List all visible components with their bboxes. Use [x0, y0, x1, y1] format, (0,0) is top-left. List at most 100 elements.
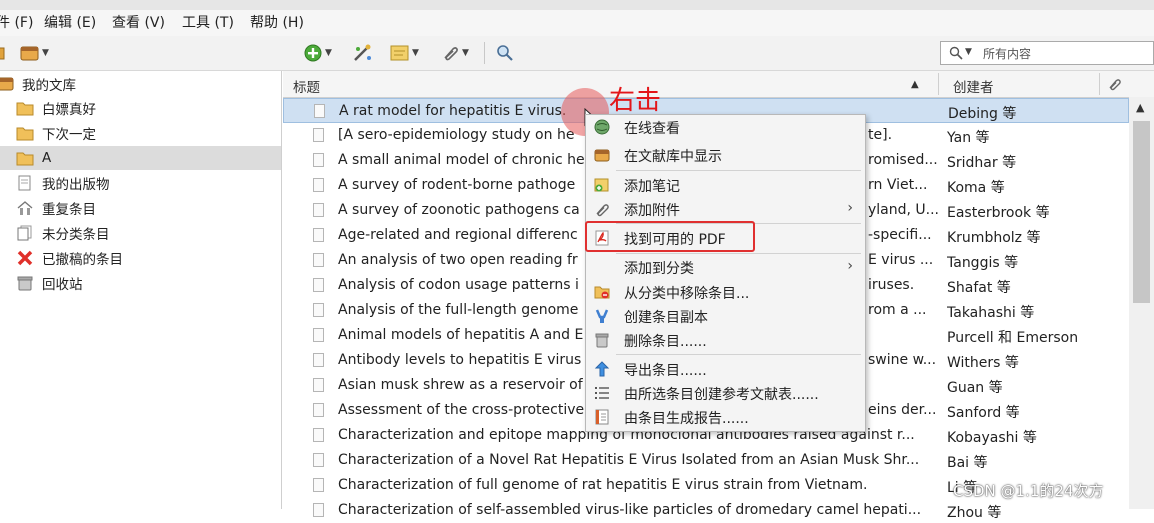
sidebar-item-label: 下次一定 — [42, 127, 96, 143]
document-icon — [313, 153, 324, 167]
sidebar-item-label: 我的出版物 — [42, 177, 110, 193]
item-creator: Sridhar 等 — [947, 155, 1017, 171]
highlight-box — [585, 221, 755, 252]
menu-item-generate-report[interactable]: 由条目生成报告...... — [586, 405, 865, 429]
note-icon — [390, 45, 409, 61]
search-icon — [949, 46, 963, 60]
add-by-identifier-button[interactable] — [352, 42, 374, 64]
sidebar-item-label: 未分类条目 — [42, 227, 110, 243]
item-creator: Guan 等 — [947, 380, 1003, 396]
new-item-button[interactable]: ▼ — [303, 42, 332, 64]
dropdown-arrow-icon: ▼ — [42, 48, 49, 58]
menu-view[interactable]: 查看 (V) — [112, 12, 165, 32]
menu-item-move-to-trash[interactable]: 删除条目...... — [586, 328, 865, 352]
add-attachment-button[interactable]: ▼ — [440, 42, 469, 64]
document-icon — [314, 104, 325, 118]
folder-icon — [16, 125, 34, 141]
column-divider[interactable] — [1099, 73, 1100, 95]
menu-edit[interactable]: 编辑 (E) — [44, 12, 96, 32]
add-note-icon — [594, 178, 609, 192]
menu-item-duplicate-item[interactable]: 创建条目副本 — [586, 304, 865, 328]
menu-file[interactable]: 件 (F) — [0, 12, 33, 32]
menu-item-view-online[interactable]: 在线查看 — [586, 115, 865, 139]
menu-item-export-items[interactable]: 导出条目...... — [586, 357, 865, 381]
sidebar-item-label: 我的文库 — [22, 78, 76, 94]
folder-icon — [16, 100, 34, 116]
document-icon — [313, 253, 324, 267]
column-header-creator[interactable]: 创建者 — [953, 76, 994, 96]
menu-item-label: 在文献库中显示 — [624, 149, 722, 165]
sidebar-item-duplicates[interactable]: 重复条目 — [16, 196, 96, 220]
item-title-tail: swine w... — [868, 352, 937, 368]
sidebar-item-my-publications[interactable]: 我的出版物 — [16, 171, 110, 195]
search-mode-dropdown-icon[interactable]: ▼ — [965, 47, 972, 57]
view-online-icon — [594, 119, 610, 135]
document-icon — [313, 403, 324, 417]
new-note-button[interactable]: ▼ — [390, 42, 419, 64]
menu-bar: 件 (F) 编辑 (E) 查看 (V) 工具 (T) 帮助 (H) — [0, 0, 1154, 36]
sidebar-item-unfiled[interactable]: 未分类条目 — [16, 221, 110, 245]
item-title-tail: E virus ... — [868, 252, 934, 268]
menu-item-label: 添加笔记 — [624, 179, 680, 195]
column-divider[interactable] — [938, 73, 939, 95]
menu-item-add-to-collection[interactable]: 添加到分类 › — [586, 255, 865, 279]
library-actions-button[interactable]: ▼ — [20, 42, 49, 64]
paperclip-icon — [596, 204, 609, 217]
attachments-column-paperclip-icon[interactable] — [1106, 76, 1122, 92]
sidebar-item-collection-a[interactable]: A — [0, 146, 281, 170]
table-row[interactable]: Characterization of a Novel Rat Hepatiti… — [283, 448, 1129, 473]
document-icon — [313, 353, 324, 367]
scroll-up-arrow-icon[interactable]: ▲ — [1136, 101, 1144, 114]
item-creator: Takahashi 等 — [947, 305, 1035, 321]
menu-item-add-attachment[interactable]: 添加附件 › — [586, 197, 865, 221]
toolbar-separator — [484, 42, 485, 64]
document-icon — [313, 303, 324, 317]
duplicates-icon — [16, 200, 34, 216]
menu-item-add-note[interactable]: 添加笔记 — [586, 173, 865, 197]
item-creator: Easterbrook 等 — [947, 205, 1050, 221]
document-icon — [313, 178, 324, 192]
folder-icon — [16, 150, 34, 166]
search-input[interactable] — [981, 44, 1150, 64]
menu-help[interactable]: 帮助 (H) — [250, 12, 304, 32]
dropdown-arrow-icon: ▼ — [462, 48, 469, 58]
menu-separator — [616, 253, 861, 254]
sidebar-item-collection-1[interactable]: 白嫖真好 — [16, 96, 96, 120]
menu-item-remove-from-collection[interactable]: 从分类中移除条目... — [586, 280, 865, 304]
item-creator: Purcell 和 Emerson — [947, 330, 1079, 346]
advanced-search-button[interactable] — [496, 42, 514, 64]
item-title: Characterization of a Novel Rat Hepatiti… — [338, 452, 920, 468]
menu-item-label: 从分类中移除条目... — [624, 286, 750, 302]
sidebar-item-label: 回收站 — [42, 277, 83, 293]
sidebar-item-retracted[interactable]: 已撤稿的条目 — [16, 246, 123, 270]
menu-item-create-bibliography[interactable]: 由所选条目创建参考文献表...... — [586, 381, 865, 405]
retracted-icon — [16, 250, 34, 266]
collections-pane: 我的文库 白嫖真好 下次一定 A 我的出版物 重复条目 未分类条目 已撤稿的条目… — [0, 71, 282, 509]
item-title-tail: yland, U... — [868, 202, 938, 218]
sidebar-item-my-library[interactable]: 我的文库 — [0, 72, 76, 96]
menu-item-label: 添加附件 — [624, 203, 680, 219]
library-icon — [20, 46, 39, 61]
column-header-title[interactable]: 标题 — [293, 76, 320, 96]
sidebar-item-collection-2[interactable]: 下次一定 — [16, 121, 96, 145]
context-menu: 在线查看 在文献库中显示 添加笔记 添加附件 › 找到可用的 PDF 添加到分类… — [585, 114, 866, 432]
dropdown-arrow-icon: ▼ — [412, 48, 419, 58]
document-icon — [313, 453, 324, 467]
menu-item-show-in-library[interactable]: 在文献库中显示 — [586, 143, 865, 167]
scrollbar-thumb[interactable] — [1133, 121, 1150, 303]
remove-from-collection-icon — [594, 286, 610, 299]
right-click-annotation: 右击 — [609, 86, 662, 116]
menu-tools[interactable]: 工具 (T) — [182, 12, 234, 32]
item-title-tail: rn Viet... — [868, 177, 928, 193]
item-creator: Kobayashi 等 — [947, 430, 1037, 446]
item-creator: Yan 等 — [947, 130, 990, 146]
trash-icon — [16, 275, 34, 291]
search-box[interactable]: ▼ — [940, 41, 1154, 65]
items-scrollbar[interactable]: ▲ — [1129, 97, 1154, 509]
new-collection-button[interactable] — [0, 42, 6, 64]
collection-icon — [0, 47, 5, 60]
item-title: Characterization of full genome of rat h… — [338, 477, 868, 493]
table-row[interactable]: Characterization of self-assembled virus… — [283, 498, 1129, 523]
sidebar-item-trash[interactable]: 回收站 — [16, 271, 83, 295]
document-icon — [313, 203, 324, 217]
